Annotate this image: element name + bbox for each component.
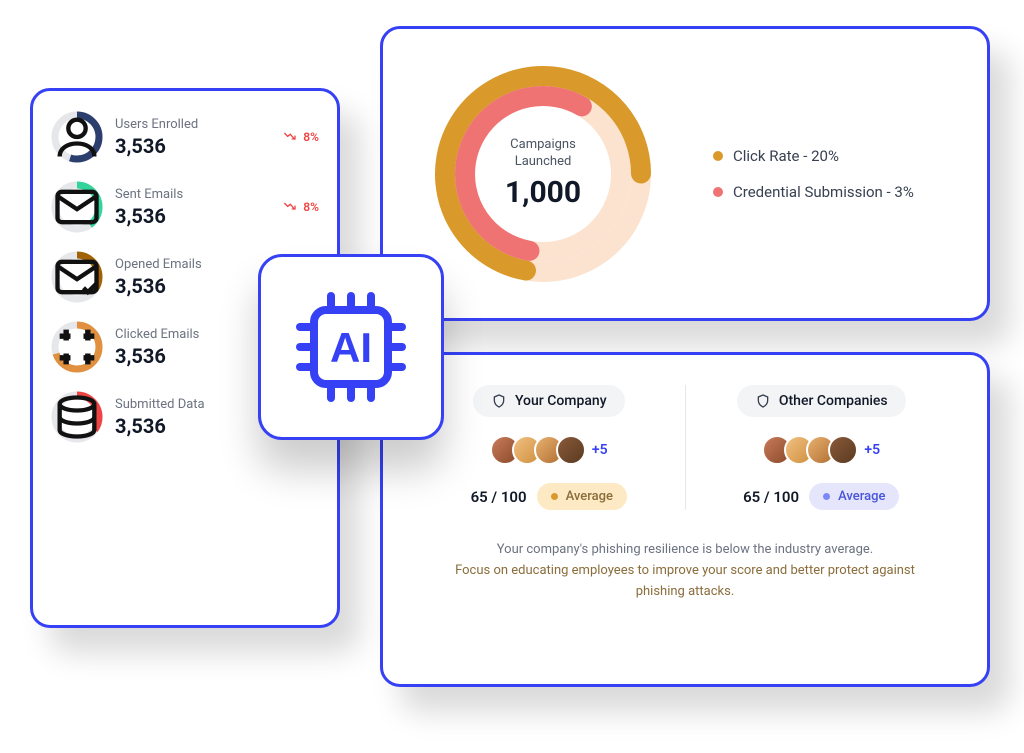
stat-icon xyxy=(51,181,103,233)
shield-icon xyxy=(755,393,771,409)
legend-credential-submission: Credential Submission - 3% xyxy=(713,183,914,201)
compare-card: Your Company +5 65 / 100 Average Other C xyxy=(380,352,990,687)
stat-donut xyxy=(51,321,103,373)
dot-icon xyxy=(823,493,830,500)
campaigns-label: Campaigns Launched xyxy=(510,137,576,171)
stat-label: Submitted Data xyxy=(115,397,271,412)
stat-donut xyxy=(51,391,103,443)
other-companies-avatars: +5 xyxy=(762,435,880,465)
other-companies-pill[interactable]: Other Companies xyxy=(737,385,906,417)
stat-label: Sent Emails xyxy=(115,187,271,202)
stat-label: Clicked Emails xyxy=(115,327,271,342)
stat-donut xyxy=(51,111,103,163)
dot-icon xyxy=(713,151,723,161)
other-companies-panel: Other Companies +5 65 / 100 Average xyxy=(686,385,958,510)
avatar xyxy=(556,435,586,465)
stat-row: Sent Emails 3,536 8% xyxy=(51,181,319,233)
your-score: 65 / 100 xyxy=(471,488,527,506)
avatar xyxy=(828,435,858,465)
avatar-more[interactable]: +5 xyxy=(864,442,880,458)
trend-down-icon xyxy=(283,130,299,144)
stat-label: Opened Emails xyxy=(115,257,271,272)
stat-value: 3,536 xyxy=(115,274,271,298)
shield-icon xyxy=(491,393,507,409)
stat-icon xyxy=(51,111,103,163)
your-badge: Average xyxy=(537,483,627,510)
ai-chip-badge: AI xyxy=(258,254,444,440)
stat-icon xyxy=(51,391,103,443)
stat-trend: 8% xyxy=(283,200,319,214)
other-score: 65 / 100 xyxy=(743,488,799,506)
ai-chip-icon: AI xyxy=(286,282,416,412)
stat-value: 3,536 xyxy=(115,134,271,158)
stat-value: 3,536 xyxy=(115,204,271,228)
stat-row: Users Enrolled 3,536 8% xyxy=(51,111,319,163)
your-company-panel: Your Company +5 65 / 100 Average xyxy=(413,385,686,510)
stat-label: Users Enrolled xyxy=(115,117,271,132)
campaigns-donut: Campaigns Launched 1,000 xyxy=(423,54,663,294)
compare-note: Your company's phishing resilience is be… xyxy=(413,540,957,602)
ai-label: AI xyxy=(330,324,372,371)
your-company-pill[interactable]: Your Company xyxy=(473,385,625,417)
other-badge: Average xyxy=(809,483,899,510)
your-company-avatars: +5 xyxy=(490,435,608,465)
stat-value: 3,536 xyxy=(115,414,271,438)
stat-trend: 8% xyxy=(283,130,319,144)
campaigns-card: Campaigns Launched 1,000 Click Rate - 20… xyxy=(380,26,990,321)
stat-donut xyxy=(51,251,103,303)
dot-icon xyxy=(551,493,558,500)
stat-donut xyxy=(51,181,103,233)
dot-icon xyxy=(713,187,723,197)
avatar-more[interactable]: +5 xyxy=(592,442,608,458)
stat-icon xyxy=(51,251,103,303)
legend-click-rate: Click Rate - 20% xyxy=(713,147,914,165)
stat-value: 3,536 xyxy=(115,344,271,368)
stat-icon xyxy=(51,321,103,373)
trend-down-icon xyxy=(283,200,299,214)
campaigns-value: 1,000 xyxy=(505,175,581,210)
campaigns-legend: Click Rate - 20% Credential Submission -… xyxy=(713,147,914,201)
